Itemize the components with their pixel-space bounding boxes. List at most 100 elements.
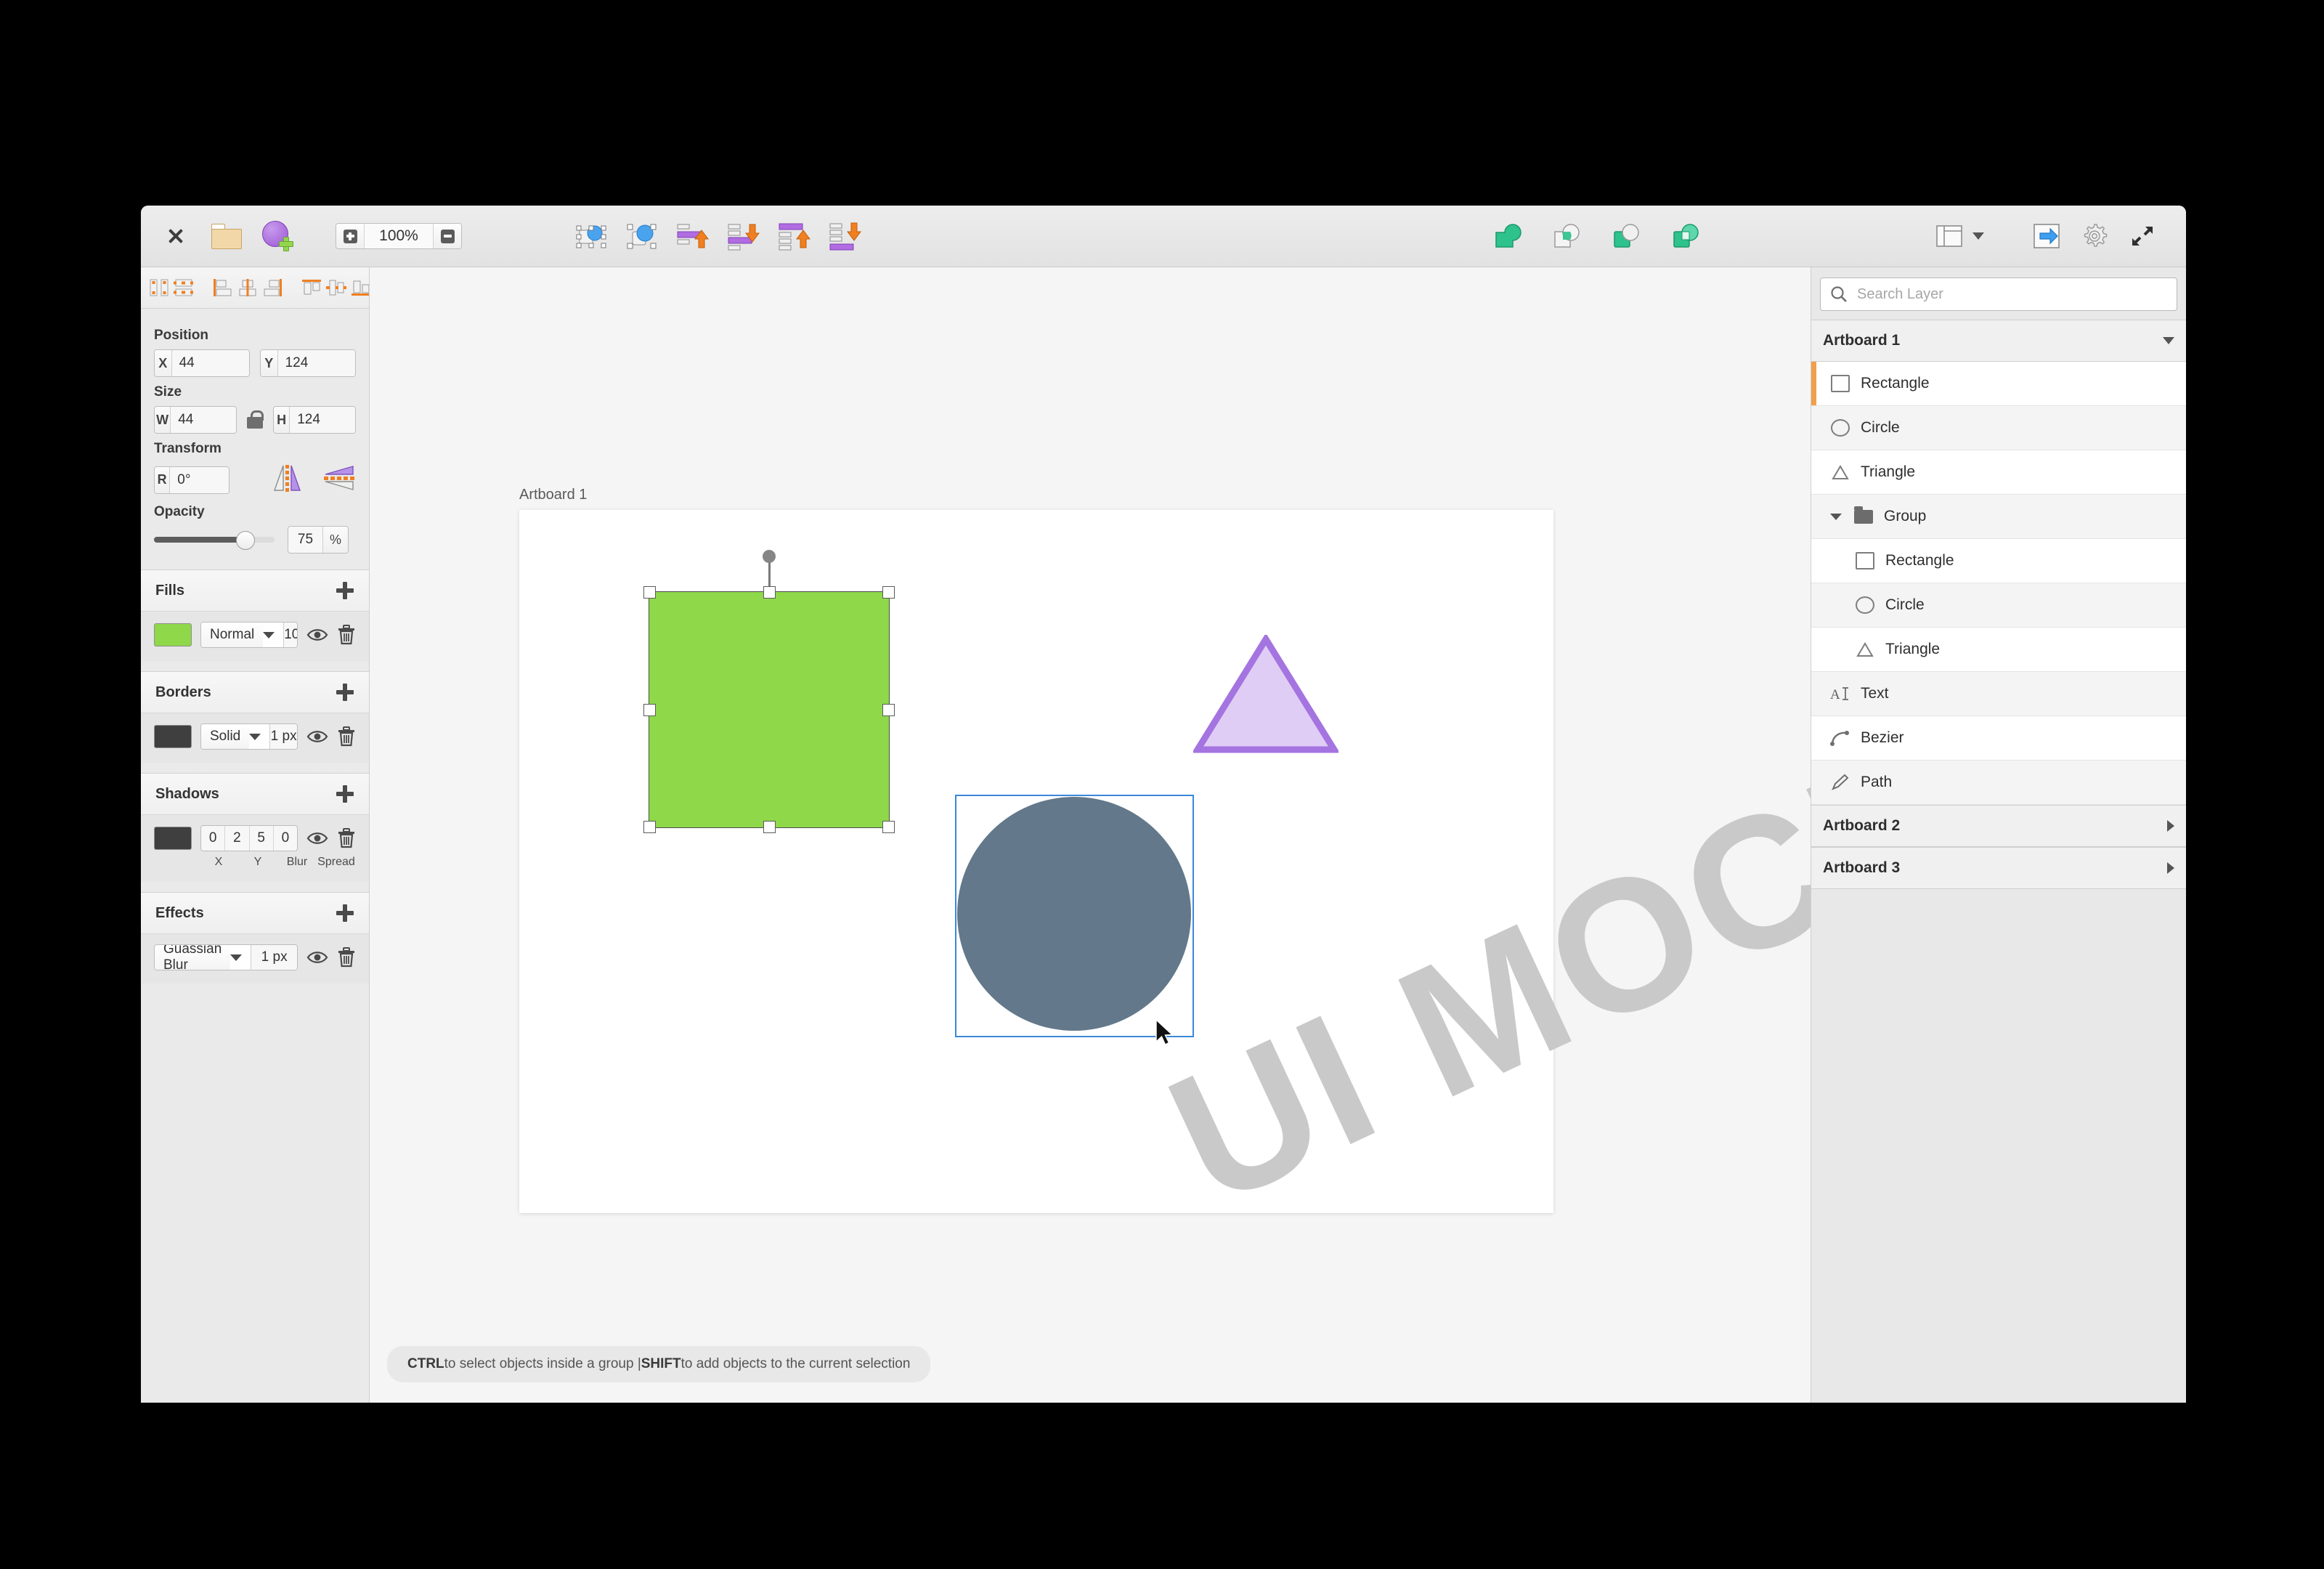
selection-handle-tr[interactable] xyxy=(882,586,895,599)
layer-row-rectangle[interactable]: Rectangle xyxy=(1811,362,2186,406)
layer-row-circle[interactable]: Circle xyxy=(1811,406,2186,450)
layer-search-box[interactable] xyxy=(1820,277,2177,311)
align-left-button[interactable] xyxy=(212,275,234,300)
layer-row-group[interactable]: Group xyxy=(1811,495,2186,539)
fill-visibility-toggle[interactable] xyxy=(306,624,328,646)
position-x-field[interactable]: X xyxy=(154,349,250,377)
zoom-out-button[interactable] xyxy=(433,224,461,248)
chevron-right-icon[interactable] xyxy=(2167,820,2174,832)
settings-button[interactable] xyxy=(2074,216,2115,256)
align-middle-vertical-button[interactable] xyxy=(325,275,347,300)
selection-handle-br[interactable] xyxy=(882,821,895,833)
circle-hover-outline[interactable] xyxy=(955,795,1194,1037)
size-h-field[interactable]: H xyxy=(273,406,356,434)
position-y-field[interactable]: Y xyxy=(260,349,356,377)
add-shadow-button[interactable] xyxy=(336,784,354,803)
border-color-swatch[interactable] xyxy=(154,725,192,748)
selection-handle-ml[interactable] xyxy=(643,704,656,716)
position-y-input[interactable] xyxy=(278,350,355,376)
new-document-button[interactable] xyxy=(257,216,298,256)
bring-forward-button[interactable] xyxy=(673,216,713,256)
selection-handle-mr[interactable] xyxy=(882,704,895,716)
triangle-shape[interactable] xyxy=(1193,635,1338,754)
shadow-spread-input[interactable]: 0 xyxy=(273,826,297,851)
bring-to-front-button[interactable] xyxy=(774,216,815,256)
effects-section-header[interactable]: Effects xyxy=(141,892,369,934)
group-expand-caret-icon[interactable] xyxy=(1830,514,1842,520)
shadows-section-header[interactable]: Shadows xyxy=(141,773,369,815)
shadow-y-input[interactable]: 2 xyxy=(224,826,248,851)
distribute-horizontal-button[interactable] xyxy=(173,275,195,300)
canvas[interactable]: Artboard 1 xyxy=(370,267,1811,1403)
border-delete-button[interactable] xyxy=(337,726,356,747)
rotation-handle[interactable] xyxy=(763,550,776,563)
zoom-in-button[interactable] xyxy=(336,224,365,248)
zoom-control[interactable]: 100% xyxy=(336,223,462,249)
selection-handle-tc[interactable] xyxy=(763,586,776,599)
fill-opacity-value[interactable]: 100% xyxy=(283,623,298,647)
artboard-2-header[interactable]: Artboard 2 xyxy=(1811,805,2186,847)
rectangle-shape[interactable] xyxy=(649,591,890,828)
fills-section-header[interactable]: Fills xyxy=(141,569,369,612)
group-button[interactable] xyxy=(571,216,612,256)
distribute-vertical-button[interactable] xyxy=(148,275,170,300)
rotation-field[interactable]: R xyxy=(154,466,229,494)
align-bottom-button[interactable] xyxy=(350,275,370,300)
position-x-input[interactable] xyxy=(172,350,249,376)
selection-handle-tl[interactable] xyxy=(643,586,656,599)
artboard-3-header[interactable]: Artboard 3 xyxy=(1811,847,2186,889)
rotation-input[interactable] xyxy=(170,467,229,493)
artboard-1-header[interactable]: Artboard 1 xyxy=(1811,320,2186,362)
intersect-button[interactable] xyxy=(1547,216,1588,256)
fullscreen-button[interactable] xyxy=(2122,216,2163,256)
shadow-delete-button[interactable] xyxy=(337,827,356,849)
shadow-color-swatch[interactable] xyxy=(154,827,192,850)
send-to-back-button[interactable] xyxy=(825,216,866,256)
close-button[interactable] xyxy=(155,216,196,256)
subtract-button[interactable] xyxy=(1606,216,1647,256)
size-h-input[interactable] xyxy=(290,407,355,433)
open-file-button[interactable] xyxy=(206,216,247,256)
ungroup-button[interactable] xyxy=(622,216,662,256)
border-width-value[interactable]: 1 px xyxy=(269,724,297,749)
flip-vertical-button[interactable] xyxy=(322,463,356,497)
fill-delete-button[interactable] xyxy=(337,624,356,646)
layout-panel-button[interactable] xyxy=(1929,216,1970,256)
layer-search-input[interactable] xyxy=(1856,285,2168,304)
add-effect-button[interactable] xyxy=(336,904,354,923)
shadow-x-input[interactable]: 0 xyxy=(201,826,224,851)
effect-type-select[interactable]: Guassian Blur 1 px xyxy=(154,944,298,970)
difference-button[interactable] xyxy=(1666,216,1707,256)
layer-row-triangle[interactable]: Triangle xyxy=(1811,450,2186,495)
layer-row-group-rectangle[interactable]: Rectangle xyxy=(1811,539,2186,583)
flip-horizontal-button[interactable] xyxy=(272,463,304,497)
union-button[interactable] xyxy=(1487,216,1528,256)
border-visibility-toggle[interactable] xyxy=(306,726,328,747)
effect-amount-value[interactable]: 1 px xyxy=(251,945,297,970)
selection-handle-bl[interactable] xyxy=(643,821,656,833)
lock-aspect-ratio-icon[interactable] xyxy=(247,410,263,429)
opacity-slider[interactable] xyxy=(154,537,275,543)
shadow-blur-input[interactable]: 5 xyxy=(249,826,273,851)
fill-color-swatch[interactable] xyxy=(154,623,192,646)
effect-visibility-toggle[interactable] xyxy=(306,946,328,968)
size-w-field[interactable]: W xyxy=(154,406,237,434)
size-w-input[interactable] xyxy=(171,407,236,433)
borders-section-header[interactable]: Borders xyxy=(141,671,369,713)
layer-row-group-triangle[interactable]: Triangle xyxy=(1811,628,2186,672)
align-center-horizontal-button[interactable] xyxy=(237,275,259,300)
add-fill-button[interactable] xyxy=(336,581,354,600)
export-button[interactable] xyxy=(2026,216,2067,256)
opacity-slider-knob[interactable] xyxy=(236,531,255,550)
selection-handle-bc[interactable] xyxy=(763,821,776,833)
effect-delete-button[interactable] xyxy=(337,946,356,968)
align-top-button[interactable] xyxy=(301,275,322,300)
fill-blend-mode-select[interactable]: Normal 100% xyxy=(200,622,298,648)
layer-row-bezier[interactable]: Bezier xyxy=(1811,716,2186,761)
border-style-select[interactable]: Solid 1 px xyxy=(200,723,298,750)
layer-row-group-circle[interactable]: Circle xyxy=(1811,583,2186,628)
shadow-visibility-toggle[interactable] xyxy=(306,827,328,849)
chevron-down-icon[interactable] xyxy=(2163,337,2174,344)
layer-row-path[interactable]: Path xyxy=(1811,761,2186,805)
layout-dropdown-caret-icon[interactable] xyxy=(1972,232,1984,240)
